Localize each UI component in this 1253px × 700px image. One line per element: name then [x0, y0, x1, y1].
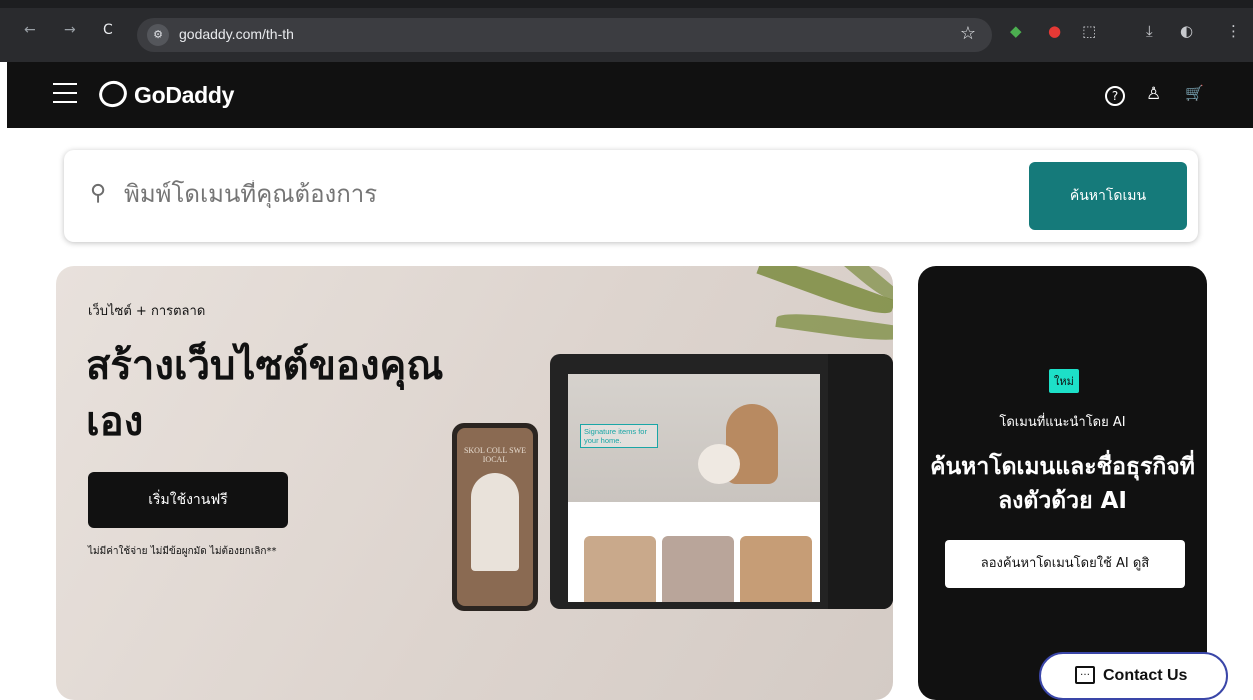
phone-screen-title: SKOL COLL SWE IOCAL: [463, 446, 527, 464]
ai-card-subtitle: โดเมนที่แนะนำโดย AI: [999, 415, 1126, 430]
product-thumbnail: [740, 536, 812, 602]
domain-search-card: ⚲ ค้นหาโดเมน: [64, 150, 1198, 242]
site-header: GoDaddy ? ♙ 🛒: [7, 62, 1253, 128]
product-thumbnail: [662, 536, 734, 602]
product-thumbnail: [584, 536, 656, 602]
new-badge: ใหม่: [1049, 369, 1079, 393]
hero-headline: สร้างเว็บไซต์ของคุณเอง: [86, 343, 444, 445]
tablet-caption: Signature items for your home.: [580, 424, 658, 448]
website-hero-banner: เว็บไซต์ + การตลาด สร้างเว็บไซต์ของคุณเอ…: [56, 266, 893, 700]
download-icon[interactable]: ⤓: [1146, 22, 1153, 40]
search-domain-button[interactable]: ค้นหาโดเมน: [1029, 162, 1187, 230]
vase-image: [698, 444, 740, 484]
address-bar[interactable]: ⚙ godaddy.com/th-th ☆: [137, 18, 992, 52]
editor-sidebar: [828, 354, 893, 609]
product-grid: [584, 536, 812, 602]
domain-search-input[interactable]: [124, 180, 824, 208]
browser-chrome: ← → C ⚙ godaddy.com/th-th ☆ ◆ ● ⬚ ⤓ ◐ ⋮: [0, 0, 1253, 62]
tablet-mockup: Signature items for your home.: [550, 354, 893, 609]
plant-leaf-decoration: [775, 309, 893, 345]
url-text[interactable]: godaddy.com/th-th: [179, 26, 294, 42]
profile-icon[interactable]: ◐: [1180, 22, 1193, 40]
bookmark-star-icon[interactable]: ☆: [960, 23, 976, 44]
contact-us-button[interactable]: … Contact Us: [1039, 652, 1228, 700]
hamburger-menu-icon[interactable]: [53, 83, 77, 103]
godaddy-logo-icon[interactable]: [95, 76, 131, 112]
browser-menu-icon[interactable]: ⋮: [1226, 22, 1241, 40]
hero-eyebrow: เว็บไซต์ + การตลาด: [88, 304, 206, 319]
phone-mockup: SKOL COLL SWE IOCAL: [452, 423, 538, 611]
search-icon: ⚲: [90, 181, 107, 206]
back-icon[interactable]: ←: [24, 22, 36, 38]
hero-fine-print: ไม่มีค่าใช้จ่าย ไม่มีข้อผูกมัด ไม่ต้องยก…: [88, 546, 277, 557]
forward-icon[interactable]: →: [64, 22, 76, 38]
reload-icon[interactable]: C: [103, 22, 113, 38]
extension-icon[interactable]: ◆: [1010, 22, 1022, 40]
site-settings-icon[interactable]: ⚙: [147, 24, 169, 46]
chat-icon: …: [1075, 666, 1095, 684]
vase-hero-image: Signature items for your home.: [568, 374, 820, 502]
cart-icon[interactable]: 🛒: [1185, 84, 1204, 102]
ai-card-headline: ค้นหาโดเมนและชื่อธุรกิจที่ลงตัวด้วย AI: [930, 454, 1195, 514]
ai-domain-card: ใหม่ โดเมนที่แนะนำโดย AI ค้นหาโดเมนและชื…: [918, 266, 1207, 700]
vase-arch-image: [471, 473, 519, 571]
try-ai-search-button[interactable]: ลองค้นหาโดเมนโดยใช้ AI ดูสิ: [945, 540, 1185, 588]
start-free-button[interactable]: เริ่มใช้งานฟรี: [88, 472, 288, 528]
extension-record-icon[interactable]: ●: [1048, 22, 1061, 40]
account-icon[interactable]: ♙: [1146, 84, 1161, 104]
contact-us-label: Contact Us: [1103, 667, 1188, 684]
help-icon[interactable]: ?: [1105, 86, 1125, 106]
extensions-puzzle-icon[interactable]: ⬚: [1082, 22, 1096, 40]
logo-text[interactable]: GoDaddy: [134, 82, 234, 109]
